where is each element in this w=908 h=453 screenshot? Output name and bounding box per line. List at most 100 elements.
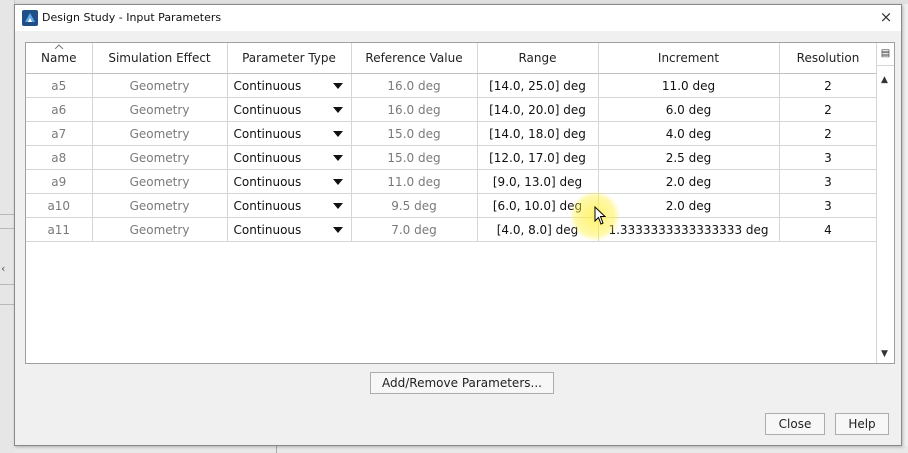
parameter-type-dropdown[interactable]: Continuous <box>227 145 352 170</box>
column-header-parameter-type[interactable]: Parameter Type <box>227 43 352 74</box>
column-header-simulation-effect[interactable]: Simulation Effect <box>92 43 228 74</box>
cell-resolution[interactable]: 2 <box>779 121 878 146</box>
dropdown-value: Continuous <box>233 150 302 165</box>
parameter-type-dropdown[interactable]: Continuous <box>227 217 352 242</box>
cell-name: a9 <box>26 169 93 194</box>
cell-range[interactable]: [14.0, 20.0] deg <box>477 97 599 122</box>
dropdown-value: Continuous <box>233 198 302 213</box>
cell-name: a11 <box>26 217 93 242</box>
cell-increment[interactable]: 2.0 deg <box>598 193 780 218</box>
cell-simulation-effect: Geometry <box>92 145 228 170</box>
input-parameters-table: Name Simulation Effect Parameter Type Re… <box>25 42 895 364</box>
dropdown-value: Continuous <box>233 102 302 117</box>
cell-resolution[interactable]: 2 <box>779 73 878 98</box>
column-header-label: Range <box>518 51 557 65</box>
cell-reference-value: 7.0 deg <box>351 217 478 242</box>
background-divider <box>0 304 14 305</box>
cell-range[interactable]: [14.0, 18.0] deg <box>477 121 599 146</box>
cell-range[interactable]: [14.0, 25.0] deg <box>477 73 599 98</box>
background-window-left: ‹ <box>0 0 15 453</box>
cell-simulation-effect: Geometry <box>92 121 228 146</box>
background-window-bottom <box>14 446 908 453</box>
dropdown-value: Continuous <box>233 222 302 237</box>
column-header-label: Resolution <box>796 51 860 65</box>
cell-simulation-effect: Geometry <box>92 193 228 218</box>
chevron-down-icon[interactable] <box>332 83 343 89</box>
column-header-reference-value[interactable]: Reference Value <box>351 43 478 74</box>
sort-ascending-icon <box>54 44 64 49</box>
cell-name: a5 <box>26 73 93 98</box>
cell-increment[interactable]: 11.0 deg <box>598 73 780 98</box>
column-header-label: Simulation Effect <box>108 51 211 65</box>
cell-resolution[interactable]: 3 <box>779 169 878 194</box>
parameter-type-dropdown[interactable]: Continuous <box>227 121 352 146</box>
table-row[interactable]: a8 Geometry Continuous 15.0 deg [12.0, 1… <box>26 145 878 170</box>
column-header-label: Name <box>41 51 77 65</box>
close-icon[interactable]: × <box>877 8 895 26</box>
chevron-down-icon[interactable] <box>332 179 343 185</box>
dropdown-value: Continuous <box>233 126 302 141</box>
table-row[interactable]: a11 Geometry Continuous 7.0 deg [4.0, 8.… <box>26 217 878 242</box>
chevron-down-icon[interactable] <box>332 107 343 113</box>
cell-resolution[interactable]: 4 <box>779 217 878 242</box>
chevron-down-icon[interactable] <box>332 203 343 209</box>
cell-increment[interactable]: 2.0 deg <box>598 169 780 194</box>
background-divider <box>0 284 14 285</box>
column-header-increment[interactable]: Increment <box>598 43 780 74</box>
scroll-down-icon[interactable]: ▼ <box>881 349 888 359</box>
cell-increment[interactable]: 6.0 deg <box>598 97 780 122</box>
cell-increment[interactable]: 2.5 deg <box>598 145 780 170</box>
cell-simulation-effect: Geometry <box>92 97 228 122</box>
chevron-down-icon[interactable] <box>332 131 343 137</box>
cell-range[interactable]: [6.0, 10.0] deg <box>477 193 599 218</box>
table-row[interactable]: a7 Geometry Continuous 15.0 deg [14.0, 1… <box>26 121 878 146</box>
cell-reference-value: 16.0 deg <box>351 73 478 98</box>
vertical-scrollbar[interactable]: ▤ ▲ ▼ <box>876 43 894 363</box>
cell-name: a8 <box>26 145 93 170</box>
cell-name: a10 <box>26 193 93 218</box>
parameter-type-dropdown[interactable]: Continuous <box>227 73 352 98</box>
column-header-name[interactable]: Name <box>26 43 93 74</box>
cell-reference-value: 15.0 deg <box>351 145 478 170</box>
cell-resolution[interactable]: 2 <box>779 97 878 122</box>
table-header-row: Name Simulation Effect Parameter Type Re… <box>26 43 878 74</box>
table-row[interactable]: a10 Geometry Continuous 9.5 deg [6.0, 10… <box>26 193 878 218</box>
cell-range[interactable]: [9.0, 13.0] deg <box>477 169 599 194</box>
help-button[interactable]: Help <box>835 413 889 435</box>
cell-increment[interactable]: 4.0 deg <box>598 121 780 146</box>
table-row[interactable]: a6 Geometry Continuous 16.0 deg [14.0, 2… <box>26 97 878 122</box>
table-row[interactable]: a5 Geometry Continuous 16.0 deg [14.0, 2… <box>26 73 878 98</box>
column-header-label: Reference Value <box>365 51 463 65</box>
cell-simulation-effect: Geometry <box>92 217 228 242</box>
table-row[interactable]: a9 Geometry Continuous 11.0 deg [9.0, 13… <box>26 169 878 194</box>
cell-simulation-effect: Geometry <box>92 73 228 98</box>
cell-range[interactable]: [12.0, 17.0] deg <box>477 145 599 170</box>
scroll-up-icon[interactable]: ▲ <box>881 75 888 85</box>
column-header-range[interactable]: Range <box>477 43 599 74</box>
cell-reference-value: 16.0 deg <box>351 97 478 122</box>
cell-resolution[interactable]: 3 <box>779 193 878 218</box>
chevron-down-icon[interactable] <box>332 155 343 161</box>
cell-name: a6 <box>26 97 93 122</box>
design-study-app-icon <box>22 10 38 26</box>
cell-range[interactable]: [4.0, 8.0] deg <box>477 217 599 242</box>
add-remove-parameters-button[interactable]: Add/Remove Parameters... <box>370 372 554 394</box>
column-header-resolution[interactable]: Resolution <box>779 43 878 74</box>
cell-increment[interactable]: 1.3333333333333333 deg <box>598 217 780 242</box>
parameter-type-dropdown[interactable]: Continuous <box>227 169 352 194</box>
column-chooser-icon[interactable]: ▤ <box>877 43 894 66</box>
chevron-down-icon[interactable] <box>332 227 343 233</box>
cell-simulation-effect: Geometry <box>92 169 228 194</box>
parameter-type-dropdown[interactable]: Continuous <box>227 97 352 122</box>
design-study-dialog: Design Study - Input Parameters × Name S… <box>14 4 902 446</box>
background-divider <box>276 446 277 453</box>
parameter-type-dropdown[interactable]: Continuous <box>227 193 352 218</box>
cell-reference-value: 11.0 deg <box>351 169 478 194</box>
background-collapse-icon: ‹ <box>1 262 6 275</box>
close-button[interactable]: Close <box>765 413 825 435</box>
dropdown-value: Continuous <box>233 78 302 93</box>
cell-reference-value: 9.5 deg <box>351 193 478 218</box>
cell-name: a7 <box>26 121 93 146</box>
cell-resolution[interactable]: 3 <box>779 145 878 170</box>
background-divider <box>0 228 14 229</box>
